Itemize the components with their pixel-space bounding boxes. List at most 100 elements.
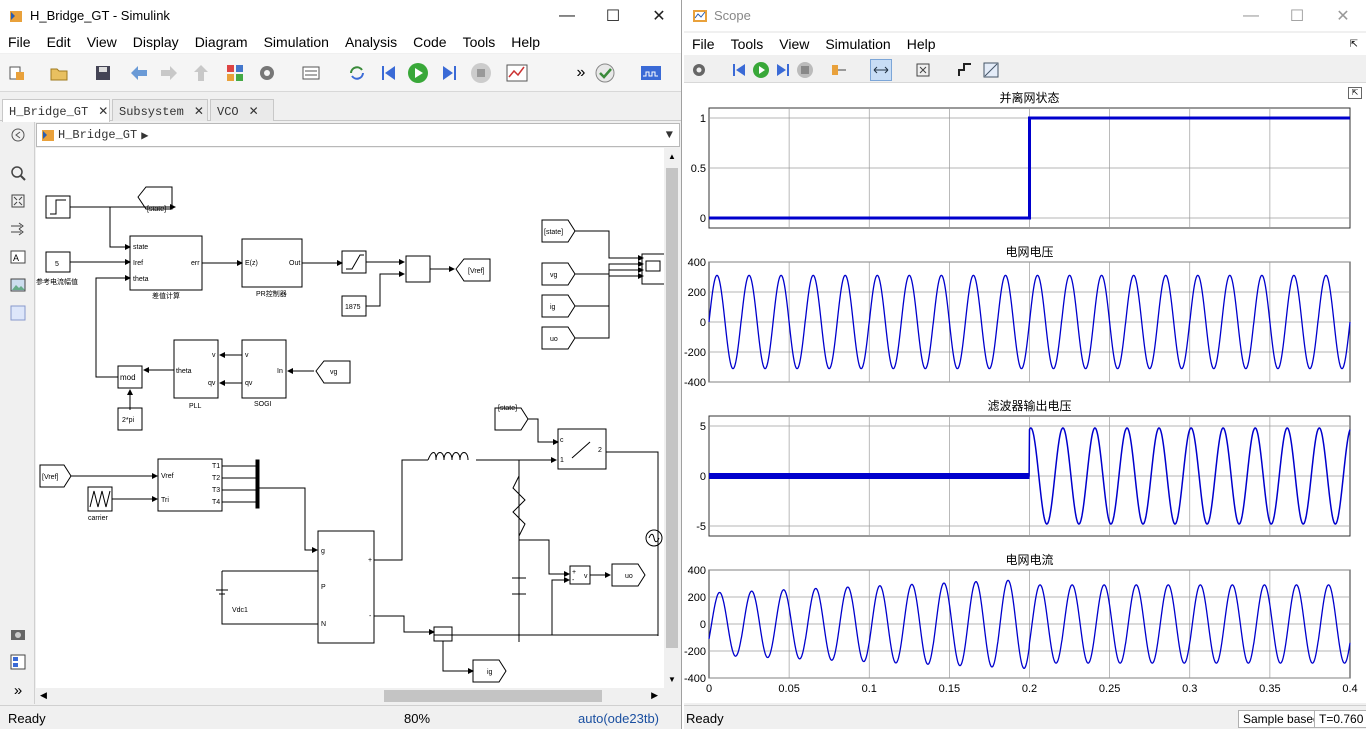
area-icon[interactable] [9,304,27,322]
scope-menu-simulation[interactable]: Simulation [817,36,898,52]
scope-panel-3[interactable]: 5 0 -5 滤波器输出电压 [696,398,1351,537]
close-button[interactable]: ✕ [636,0,681,31]
menu-display[interactable]: Display [125,34,187,50]
plot-title: 滤波器输出电压 [987,398,1071,413]
expand-chevron-icon[interactable]: » [9,681,27,699]
from-uo-tag[interactable] [541,326,576,350]
scope-undock-icon[interactable]: ⇱ [1348,87,1362,99]
xtick-label: 0 [706,683,712,695]
scope-plot-area[interactable]: ⇱ 1 0.5 0 并离网状态 400 200 0 -200 -400 电网电压 5 0 -5 滤波器输出… [684,83,1366,703]
scope-zoom-x-icon[interactable] [870,59,892,81]
library-browser-icon[interactable] [224,62,246,84]
from-vg-tag-2[interactable] [541,262,576,286]
step-back-icon[interactable] [378,62,400,84]
menu-edit[interactable]: Edit [39,34,79,50]
scroll-up-arrow-icon[interactable]: ▲ [668,152,676,161]
solver-link[interactable]: auto(ode23tb) [578,711,659,726]
model-browser-icon[interactable] [9,653,27,671]
mux-bar[interactable] [255,459,260,509]
scope-step-forward-icon[interactable] [772,59,794,81]
scope-menu-file[interactable]: File [684,36,723,52]
open-folder-icon[interactable] [48,62,70,84]
breadcrumb-model[interactable]: H_Bridge_GT [58,128,137,142]
vg-tag-text: vg [330,369,338,376]
annotation-icon[interactable]: A [9,248,27,266]
menu-diagram[interactable]: Diagram [187,34,256,50]
current-sensor-block[interactable] [433,626,453,642]
from-ig-tag[interactable] [541,294,576,318]
menu-analysis[interactable]: Analysis [337,34,405,50]
back-arrow-icon[interactable] [128,62,150,84]
scope-panel-1[interactable]: 1 0.5 0 并离网状态 [691,90,1351,229]
scope-minimize-button[interactable]: — [1228,0,1274,31]
scope-autoscale-icon[interactable] [912,59,934,81]
scroll-left-arrow-icon[interactable]: ◀ [40,690,47,701]
scope-title: Scope [714,8,751,23]
scope-cursor-measure-icon[interactable] [980,59,1002,81]
scroll-right-arrow-icon[interactable]: ▶ [651,690,658,701]
menu-view[interactable]: View [79,34,125,50]
saturation-block[interactable] [341,250,367,274]
sample-time-arrows-icon[interactable] [9,220,27,238]
scope-panel-2[interactable]: 400 200 0 -200 -400 电网电压 [684,245,1351,389]
fit-view-icon[interactable] [9,192,27,210]
scope-dock-arrow-icon[interactable]: ⇱ [1342,39,1366,50]
step-block[interactable] [45,195,71,219]
scope-window: Scope — ☐ ✕ File Tools View Simulation H… [684,0,1366,729]
maximize-button[interactable]: ☐ [590,0,636,31]
tab-close-icon[interactable]: ✕ [249,104,259,118]
zoom-icon[interactable] [9,164,27,182]
menu-simulation[interactable]: Simulation [256,34,337,50]
camera-icon[interactable] [9,625,27,643]
scope-block[interactable] [641,253,664,285]
menu-tools[interactable]: Tools [455,34,504,50]
scope-highlight-block-icon[interactable] [828,59,850,81]
vertical-scrollbar[interactable]: ▲ ▼ [664,148,680,688]
breadcrumb-dropdown-icon[interactable]: ▼ [666,128,673,142]
horizontal-scroll-thumb[interactable] [384,690,602,702]
update-diagram-icon[interactable] [346,62,368,84]
forward-arrow-icon[interactable] [158,62,180,84]
up-arrow-icon[interactable] [190,62,212,84]
scope-stop-icon[interactable] [794,59,816,81]
image-icon[interactable] [9,276,27,294]
scroll-down-arrow-icon[interactable]: ▼ [668,675,676,684]
model-advisor-check-icon[interactable] [594,62,616,84]
new-model-icon[interactable] [6,62,28,84]
menu-file[interactable]: File [0,34,39,50]
save-icon[interactable] [92,62,114,84]
scope-panel-4[interactable]: 400 200 0 -200 -400 电网电流 0 0.05 0.1 0.15 0.2 0.25 0.… [684,553,1358,695]
model-canvas[interactable]: [state] 5 参考电流幅值 state Iref theta err 差值… [36,148,664,688]
vertical-scroll-thumb[interactable] [666,168,678,648]
run-icon[interactable] [407,62,429,84]
tab-subsystem[interactable]: Subsystem ✕ [112,99,208,121]
scope-menu-tools[interactable]: Tools [723,36,772,52]
horizontal-scrollbar[interactable]: ◀ ▶ [36,688,664,704]
simulation-mode-icon[interactable] [640,62,662,84]
scope-run-icon[interactable] [750,59,772,81]
scope-settings-gear-icon[interactable] [688,59,710,81]
h-bridge-subsystem[interactable] [317,530,375,644]
scope-triggers-icon[interactable] [954,59,976,81]
scope-close-button[interactable]: ✕ [1320,0,1366,31]
more-chevron-icon[interactable]: » [570,62,592,84]
hide-browser-icon[interactable] [9,126,27,144]
model-config-gear-icon[interactable] [256,62,278,84]
tab-h-bridge-gt[interactable]: H_Bridge_GT ✕ [2,99,110,122]
scope-maximize-button[interactable]: ☐ [1274,0,1320,31]
menu-code[interactable]: Code [405,34,454,50]
ytick-label: -5 [696,521,706,533]
scope-menu-view[interactable]: View [771,36,817,52]
data-inspector-icon[interactable] [506,62,528,84]
model-explorer-icon[interactable] [300,62,322,84]
stop-icon[interactable] [470,62,492,84]
tab-close-icon[interactable]: ✕ [194,104,204,118]
tab-close-icon[interactable]: ✕ [98,104,108,118]
product-block[interactable] [405,255,431,283]
tab-vco[interactable]: VCO ✕ [210,99,274,121]
menu-help[interactable]: Help [503,34,548,50]
scope-step-back-icon[interactable] [728,59,750,81]
scope-menu-help[interactable]: Help [899,36,944,52]
step-forward-icon[interactable] [438,62,460,84]
minimize-button[interactable]: — [544,0,590,31]
